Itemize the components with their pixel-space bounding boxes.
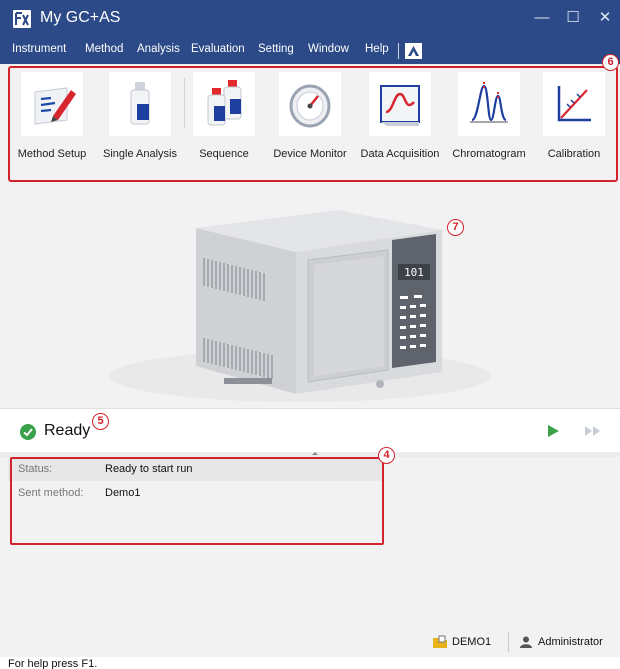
tool-label: Chromatogram <box>452 148 526 160</box>
toolbar-divider <box>184 78 185 128</box>
footer-separator <box>508 632 509 652</box>
tool-label: Device Monitor <box>273 148 347 160</box>
user-icon <box>520 636 532 648</box>
instrument-display: 101 <box>404 266 424 279</box>
sequence-icon <box>193 72 255 136</box>
brand-icon[interactable] <box>405 43 422 59</box>
tool-label: Sequence <box>199 148 249 160</box>
tool-label: Method Setup <box>17 148 87 160</box>
menu-help[interactable]: Help <box>365 43 389 55</box>
tool-chromatogram[interactable]: Chromatogram <box>444 72 534 176</box>
gc-instrument-illustration[interactable]: 101 <box>0 190 620 408</box>
help-text: For help press F1. <box>8 658 98 669</box>
maximize-icon[interactable]: ☐ <box>558 6 588 30</box>
menu-evaluation[interactable]: Evaluation <box>191 43 245 55</box>
user-name[interactable]: Administrator <box>538 636 603 648</box>
callout-4: 4 <box>378 447 395 464</box>
calibration-icon <box>543 72 605 136</box>
minimize-icon[interactable]: — <box>527 6 557 30</box>
skip-forward-icon[interactable] <box>584 424 602 438</box>
splitter-grip-icon <box>312 452 318 455</box>
title-bar: My GC+AS — ☐ ✕ <box>0 0 620 38</box>
toolbar: Method Setup Single Analysis Sequence De… <box>0 54 620 190</box>
project-name[interactable]: DEMO1 <box>452 636 491 648</box>
tool-single-analysis[interactable]: Single Analysis <box>96 72 184 176</box>
single-analysis-icon <box>109 72 171 136</box>
tool-method-setup[interactable]: Method Setup <box>12 72 92 176</box>
menu-method[interactable]: Method <box>85 43 123 55</box>
callout-6: 6 <box>602 54 619 71</box>
menu-instrument[interactable]: Instrument <box>12 43 66 55</box>
callout-7: 7 <box>447 219 464 236</box>
menu-analysis[interactable]: Analysis <box>137 43 180 55</box>
tool-data-acquisition[interactable]: Data Acquisition <box>360 72 440 176</box>
tool-label: Single Analysis <box>103 148 177 160</box>
callout-5: 5 <box>92 413 109 430</box>
run-status-text: Ready <box>44 422 91 439</box>
help-status-line: For help press F1. <box>0 657 620 669</box>
menu-window[interactable]: Window <box>308 43 349 55</box>
close-icon[interactable]: ✕ <box>590 6 620 30</box>
tool-label: Data Acquisition <box>360 148 440 160</box>
data-acquisition-icon <box>369 72 431 136</box>
info-highlight <box>10 457 384 545</box>
method-setup-icon <box>21 72 83 136</box>
tool-sequence[interactable]: Sequence <box>188 72 260 176</box>
menu-setting[interactable]: Setting <box>258 43 294 55</box>
instrument-area: 101 7 <box>0 190 620 408</box>
tool-label: Calibration <box>547 148 601 160</box>
tool-calibration[interactable]: Calibration <box>536 72 612 176</box>
menu-bar: Instrument Method Analysis Evaluation Se… <box>0 38 620 64</box>
device-monitor-icon <box>279 72 341 136</box>
run-status-bar: Ready 5 <box>0 408 620 452</box>
project-folder-icon <box>433 635 447 648</box>
run-info-panel: Status: Ready to start run Sent method: … <box>0 447 620 657</box>
window-title: My GC+AS <box>40 9 121 26</box>
ready-check-icon <box>20 424 36 440</box>
tool-device-monitor[interactable]: Device Monitor <box>264 72 356 176</box>
chromatogram-icon <box>458 72 520 136</box>
menu-separator <box>398 43 399 59</box>
app-logo-icon <box>13 10 31 28</box>
start-run-icon[interactable] <box>546 424 560 438</box>
